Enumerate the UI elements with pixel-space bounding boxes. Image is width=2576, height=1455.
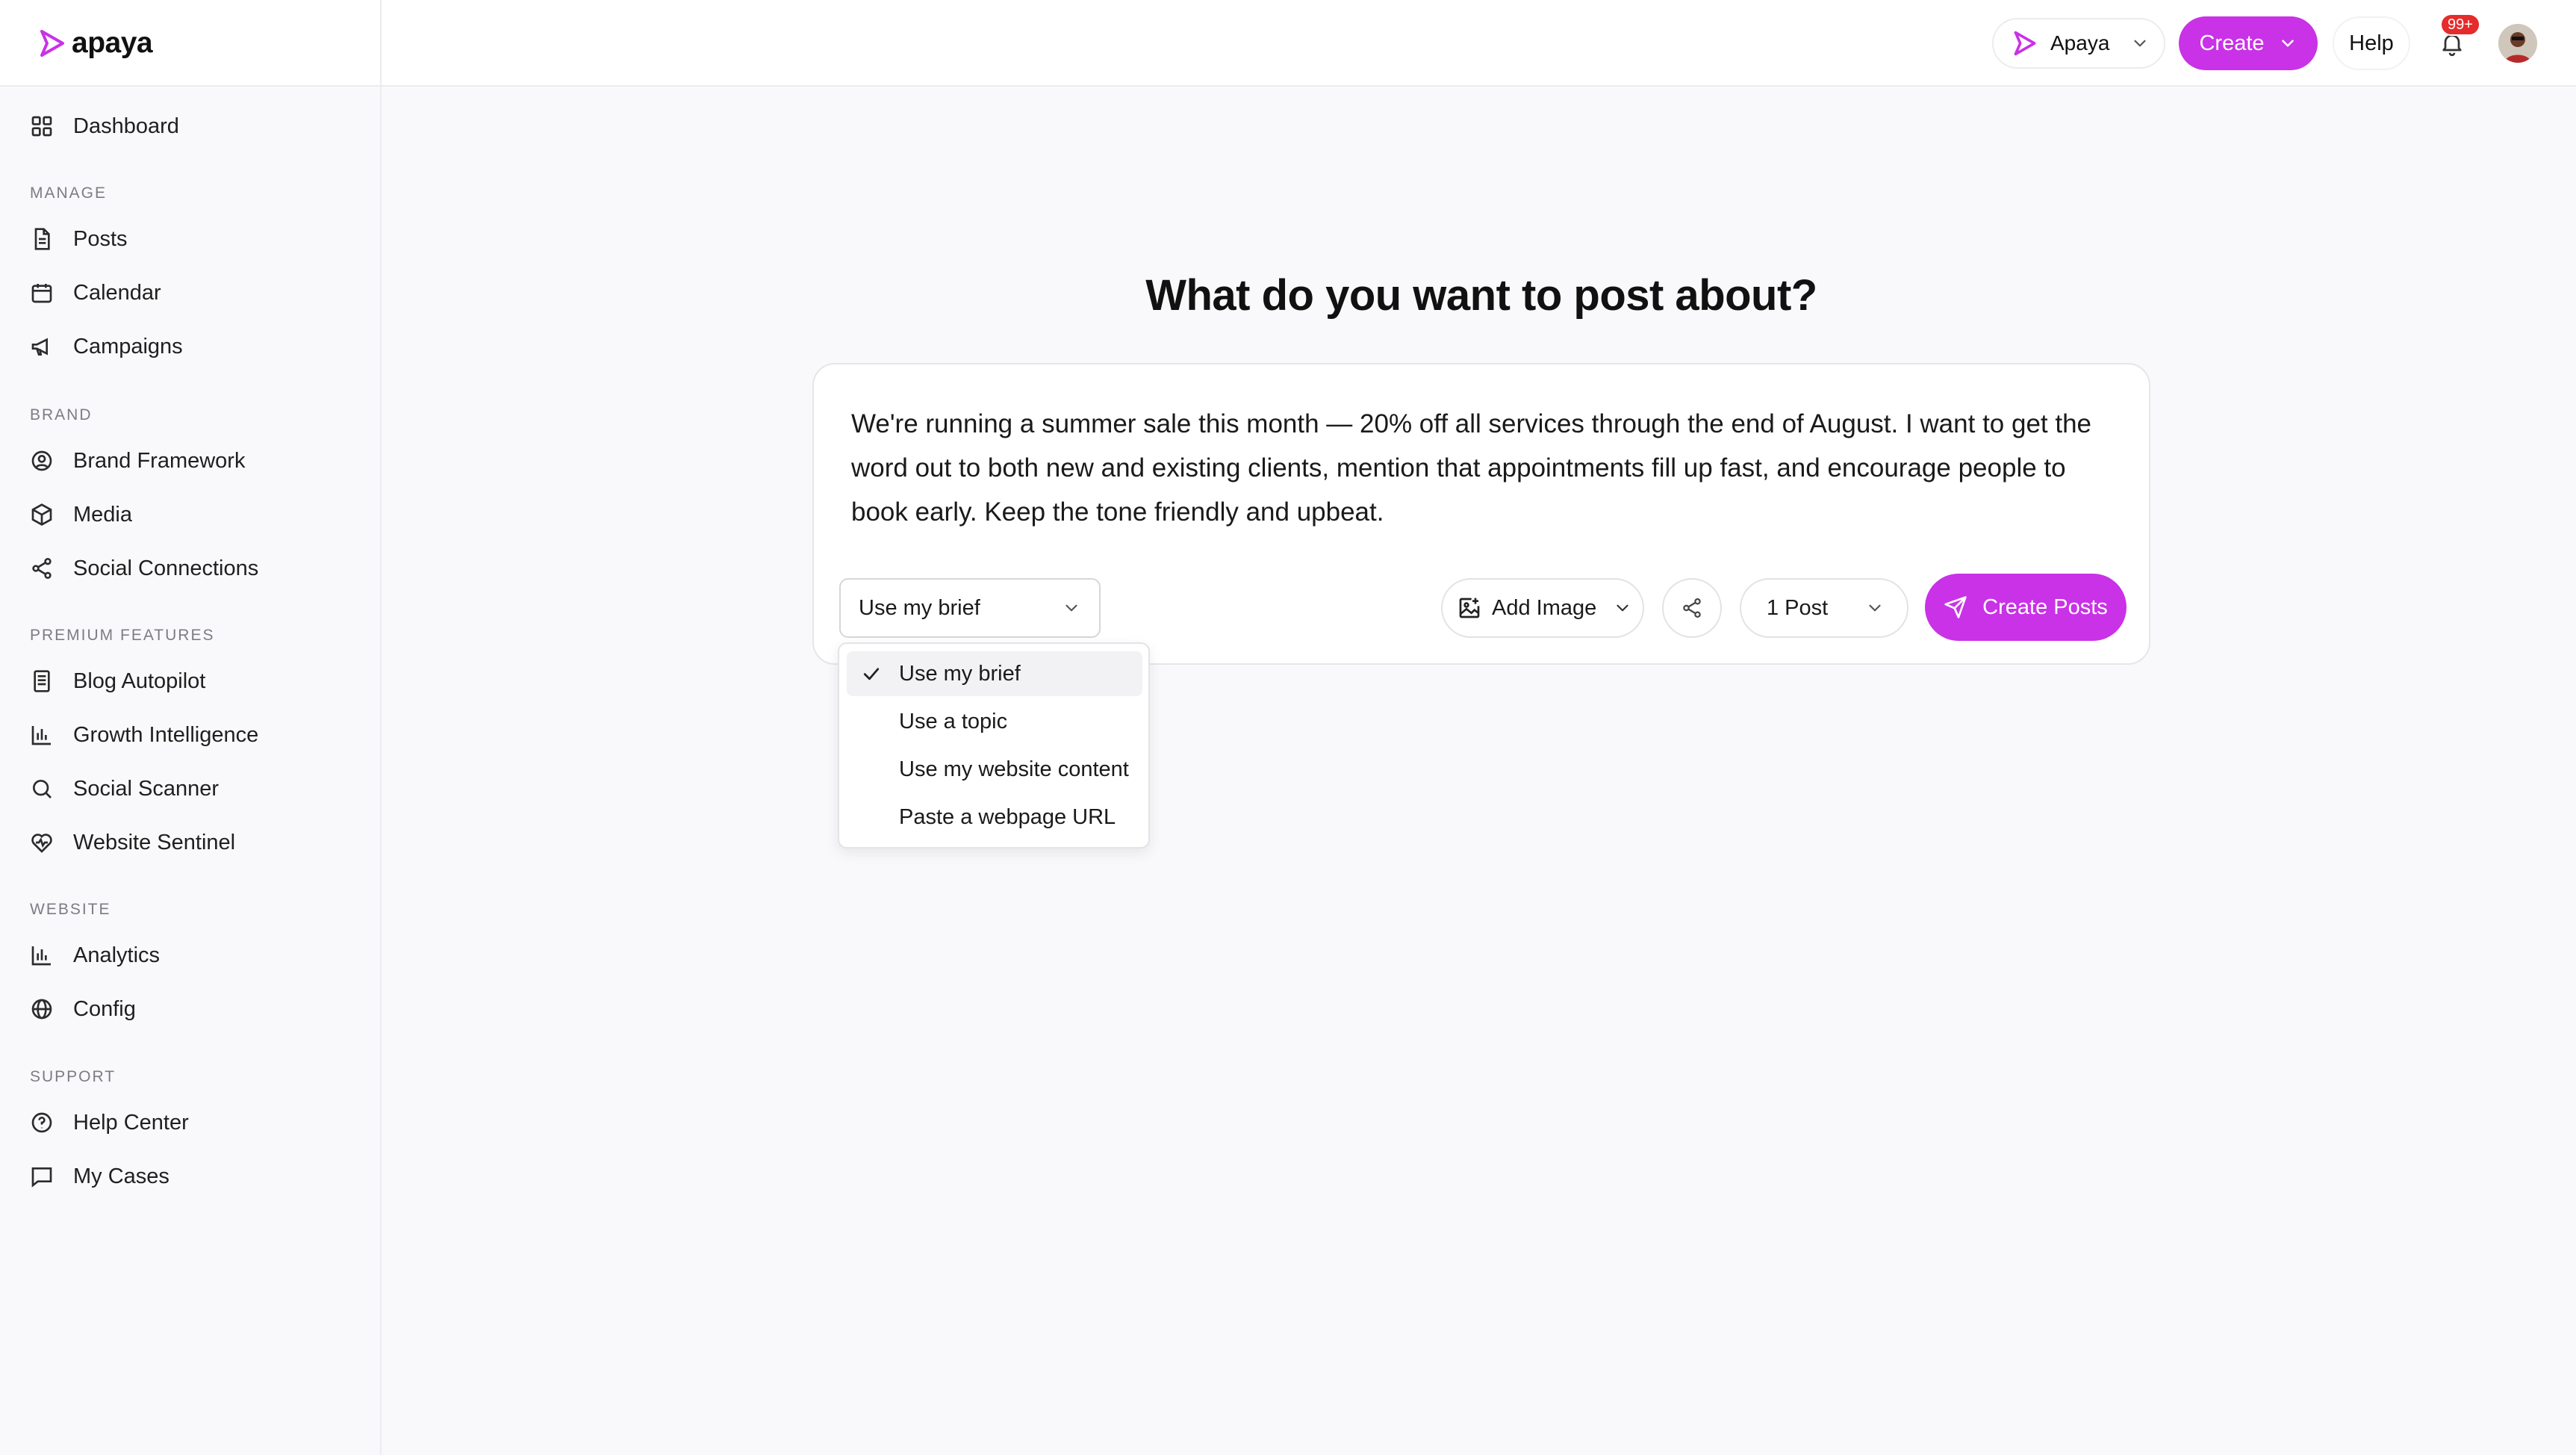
image-plus-icon [1459,598,1480,618]
menu-item-label: Use my website content [899,757,1129,781]
sidebar-item-label: Config [73,996,136,1021]
message-square-icon [31,1167,52,1188]
apaya-logo-icon [40,30,64,57]
menu-item-label: Paste a webpage URL [899,804,1116,829]
source-select[interactable]: Use my brief [839,578,1101,638]
workspace-label: Apaya [2050,31,2110,55]
search-icon [33,780,52,798]
sidebar-divider [380,0,382,1455]
post-count-select[interactable]: 1 Post [1740,578,1908,638]
sidebar-item-media[interactable]: Media [30,496,132,533]
menu-item-label: Use my brief [899,661,1021,686]
share-icon [1683,598,1701,618]
help-button[interactable]: Help [2333,16,2410,70]
sidebar-item-label: Analytics [73,943,161,967]
sidebar-item-brand-framework[interactable]: Brand Framework [30,442,245,480]
menu-item-paste-webpage-url[interactable]: Paste a webpage URL [847,795,1142,840]
section-label-support: SUPPORT [30,1068,116,1085]
user-avatar-icon [2498,24,2537,63]
menu-item-use-a-topic[interactable]: Use a topic [847,699,1142,744]
user-circle-icon [31,450,52,471]
page-title: What do you want to post about? [1145,271,1817,320]
create-posts-label: Create Posts [1982,595,2108,619]
sidebar-item-blog-autopilot[interactable]: Blog Autopilot [30,663,205,700]
chevron-down-icon [1869,604,1881,612]
chevron-down-icon [2134,40,2146,47]
apaya-logo[interactable]: apaya [37,22,153,64]
sidebar-item-posts[interactable]: Posts [30,220,128,258]
megaphone-icon [31,338,48,356]
top-bar: apaya Apaya Create Help 99+ [0,0,2576,87]
sidebar-item-label: Media [73,502,132,527]
create-button[interactable]: Create [2179,16,2318,70]
check-icon [863,668,880,680]
sidebar-item-analytics[interactable]: Analytics [30,937,160,974]
sidebar-item-label: Posts [73,226,128,251]
workspace-switcher[interactable]: Apaya [1992,18,2165,69]
avatar[interactable] [2498,24,2537,63]
apaya-workspace-icon [2014,31,2036,56]
notebook-icon [34,670,50,692]
send-icon [1944,596,1967,618]
section-label-brand: BRAND [30,406,93,424]
heart-pulse-icon [31,834,52,853]
notification-badge: 99+ [2440,13,2480,36]
sidebar-item-label: Social Scanner [73,776,220,801]
brief-textarea[interactable]: We're running a summer sale this month —… [851,402,2121,534]
share-icon [32,558,52,579]
sidebar-item-campaigns[interactable]: Campaigns [30,328,183,365]
post-count-value: 1 Post [1767,595,1829,620]
globe-icon [31,999,52,1020]
menu-item-use-my-website-content[interactable]: Use my website content [847,747,1142,792]
sidebar-item-growth-intelligence[interactable]: Growth Intelligence [30,716,258,754]
brief-card: We're running a summer sale this month —… [812,363,2150,665]
section-label-premium: PREMIUM FEATURES [30,627,215,644]
create-posts-button[interactable]: Create Posts [1925,574,2127,641]
sidebar-item-label: Help Center [73,1110,189,1135]
share-button[interactable] [1662,578,1722,638]
sidebar-item-config[interactable]: Config [30,990,136,1028]
chevron-down-icon [1065,604,1077,612]
sidebar-item-social-scanner[interactable]: Social Scanner [30,770,219,807]
grid-icon [31,116,52,137]
section-label-website: WEBSITE [30,901,111,918]
help-circle-icon [31,1112,52,1133]
sidebar-item-label: Blog Autopilot [73,668,206,693]
sidebar-item-label: Website Sentinel [73,830,236,854]
sidebar-item-label: Campaigns [73,334,183,359]
document-icon [34,228,50,250]
source-dropdown-menu: Use my brief Use a topic Use my website … [838,642,1150,849]
sidebar-item-label: My Cases [73,1164,169,1188]
sidebar-item-label: Growth Intelligence [73,722,259,747]
sidebar-item-label: Dashboard [73,114,179,138]
sidebar-item-help-center[interactable]: Help Center [30,1104,189,1141]
sidebar-item-label: Social Connections [73,556,259,580]
sidebar-item-website-sentinel[interactable]: Website Sentinel [30,824,235,861]
box-icon [31,503,52,526]
sidebar-item-dashboard[interactable]: Dashboard [30,108,179,145]
bar-chart-icon [31,726,51,745]
sidebar-item-social-connections[interactable]: Social Connections [30,550,258,587]
chevron-down-icon [2281,40,2294,47]
menu-item-label: Use a topic [899,709,1008,733]
add-image-button[interactable]: Add Image [1441,578,1644,638]
logo-text: apaya [72,27,153,59]
section-label-manage: MANAGE [30,184,108,202]
chevron-down-icon [1617,604,1628,612]
sidebar-item-label: Brand Framework [73,448,246,473]
bar-chart-icon [31,946,51,966]
create-button-label: Create [2199,31,2265,55]
source-select-value: Use my brief [859,595,980,620]
add-image-label: Add Image [1492,595,1597,620]
sidebar-item-my-cases[interactable]: My Cases [30,1158,169,1195]
menu-item-use-my-brief[interactable]: Use my brief [847,651,1142,696]
